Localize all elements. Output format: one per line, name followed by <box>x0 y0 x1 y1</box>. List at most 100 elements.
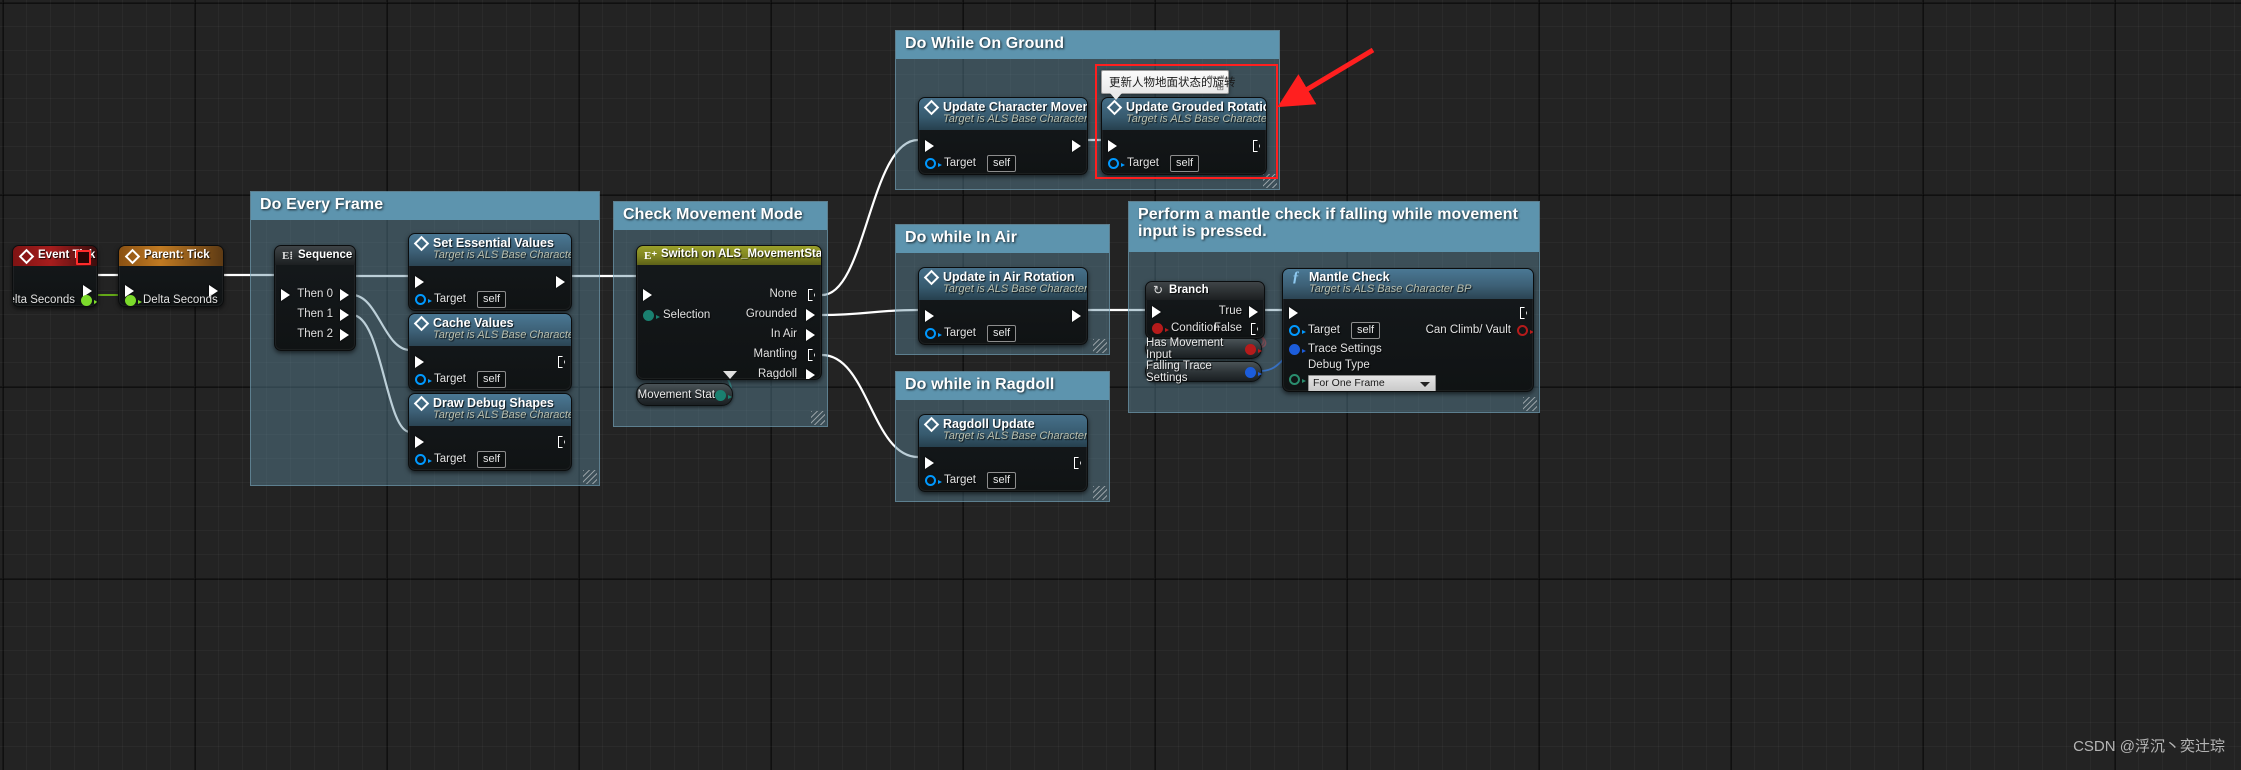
chevron-down-icon[interactable] <box>723 371 737 379</box>
node-update-in-air-rotation[interactable]: Update in Air Rotation Target is ALS Bas… <box>918 267 1088 345</box>
target-pin[interactable] <box>415 374 432 385</box>
node-switch-on-als-movementstate[interactable]: E⁺ Switch on ALS_MovementState Selection… <box>636 245 822 380</box>
exec-out-pin[interactable] <box>1072 310 1081 322</box>
exec-out-then-2-pin[interactable] <box>340 329 349 341</box>
exec-out-in-air-pin[interactable] <box>806 329 815 341</box>
exec-out-pin[interactable] <box>1072 140 1081 152</box>
exec-out-mantling-pin[interactable] <box>808 349 815 361</box>
exec-in-pin[interactable] <box>1152 306 1161 318</box>
then-2-label: Then 2 <box>297 328 333 340</box>
variable-movement-state[interactable]: Movement State <box>636 383 733 406</box>
node-header: Update Character Movement Target is ALS … <box>919 98 1087 130</box>
delta-seconds-label: Delta Seconds <box>143 294 218 306</box>
exec-out-then-1-pin[interactable] <box>340 309 349 321</box>
exec-in-pin[interactable] <box>925 457 934 469</box>
exec-in-pin[interactable] <box>1289 307 1298 319</box>
target-pin[interactable] <box>1289 325 1306 336</box>
node-title: Sequence <box>298 249 353 261</box>
comment-resize-grip[interactable] <box>1523 397 1537 411</box>
exec-out-pin[interactable] <box>1520 307 1527 319</box>
node-title: Branch <box>1169 284 1209 296</box>
node-header: Set Essential Values Target is ALS Base … <box>409 234 571 266</box>
target-value[interactable]: self <box>1351 322 1381 339</box>
delta-seconds-out-pin[interactable] <box>81 295 97 306</box>
target-value[interactable]: self <box>477 291 507 308</box>
exec-out-false-pin[interactable] <box>1251 323 1258 335</box>
exec-out-none-pin[interactable] <box>808 289 815 301</box>
debug-type-dropdown[interactable]: For One Frame <box>1308 375 1436 391</box>
target-value[interactable]: self <box>987 325 1017 342</box>
exec-in-pin[interactable] <box>415 276 424 288</box>
exec-in-pin[interactable] <box>281 289 290 301</box>
target-value[interactable]: self <box>987 155 1017 172</box>
falling-trace-settings-out-pin[interactable] <box>1245 367 1262 378</box>
node-mantle-check[interactable]: ƒ Mantle Check Target is ALS Base Charac… <box>1282 268 1534 392</box>
blueprint-graph-canvas[interactable]: Do Every Frame Check Movement Mode Do Wh… <box>0 0 2241 770</box>
debug-type-pin[interactable] <box>1289 374 1306 385</box>
trace-settings-pin[interactable] <box>1289 344 1306 355</box>
comment-resize-grip[interactable] <box>1093 486 1107 500</box>
node-title: Update in Air Rotation <box>943 270 1075 284</box>
chevron-down-icon[interactable] <box>1420 382 1430 387</box>
can-climb-vault-label: Can Climb/ Vault <box>1425 324 1511 336</box>
variable-has-movement-input[interactable]: Has Movement Input <box>1145 337 1262 361</box>
target-label: Target <box>944 474 976 486</box>
node-ragdoll-update[interactable]: Ragdoll Update Target is ALS Base Charac… <box>918 414 1088 492</box>
node-event-tick[interactable]: Event Tick Delta Seconds <box>12 245 98 307</box>
movement-state-out-pin[interactable] <box>715 390 732 401</box>
target-pin[interactable] <box>415 454 432 465</box>
comment-title: Perform a mantle check if falling while … <box>1129 202 1539 252</box>
exec-in-pin[interactable] <box>415 356 424 368</box>
condition-pin[interactable] <box>1152 323 1169 334</box>
comment-resize-grip[interactable] <box>583 470 597 484</box>
node-update-character-movement[interactable]: Update Character Movement Target is ALS … <box>918 97 1088 175</box>
has-movement-input-out-pin[interactable] <box>1245 344 1262 355</box>
node-set-essential-values[interactable]: Set Essential Values Target is ALS Base … <box>408 233 572 311</box>
variable-falling-trace-settings[interactable]: Falling Trace Settings <box>1145 360 1262 384</box>
target-value[interactable]: self <box>477 451 507 468</box>
add-pin-plus-icon[interactable]: + <box>342 348 350 350</box>
target-pin[interactable] <box>925 328 942 339</box>
exec-out-then-0-pin[interactable] <box>340 289 349 301</box>
target-pin[interactable] <box>415 294 432 305</box>
target-pin[interactable] <box>925 475 942 486</box>
node-body: Target self <box>409 426 571 470</box>
exec-out-grounded-pin[interactable] <box>806 309 815 321</box>
trace-settings-label: Trace Settings <box>1308 343 1382 355</box>
selection-pin[interactable] <box>643 310 660 321</box>
comment-resize-grip[interactable] <box>1093 339 1107 353</box>
comment-resize-grip[interactable] <box>811 411 825 425</box>
node-sequence[interactable]: E⁞ Sequence Then 0 Then 1 Then 2 Add pin… <box>274 245 356 351</box>
can-climb-vault-pin[interactable] <box>1517 325 1533 336</box>
node-branch[interactable]: ↻ Branch True Condition False <box>1145 281 1265 339</box>
exec-in-pin[interactable] <box>415 436 424 448</box>
node-subtitle: Target is ALS Base Character BP <box>943 430 1088 442</box>
out-none-label: None <box>769 288 798 300</box>
node-parent-tick[interactable]: Parent: Tick Delta Seconds <box>118 245 224 307</box>
target-pin[interactable] <box>925 158 942 169</box>
exec-in-pin[interactable] <box>643 289 652 301</box>
exec-out-pin[interactable] <box>1074 457 1081 469</box>
true-label: True <box>1218 305 1242 317</box>
out-mantling-label: Mantling <box>753 348 797 360</box>
exec-out-pin[interactable] <box>558 356 565 368</box>
node-cache-values[interactable]: Cache Values Target is ALS Base Characte… <box>408 313 572 391</box>
exec-out-pin[interactable] <box>558 436 565 448</box>
target-value[interactable]: self <box>477 371 507 388</box>
event-diamond-icon <box>124 248 141 265</box>
node-title: Update Character Movement <box>943 100 1087 114</box>
node-body: True Condition False <box>1146 300 1264 338</box>
delta-seconds-in-pin[interactable] <box>125 295 142 306</box>
breakpoint-badge-icon[interactable] <box>76 250 91 265</box>
target-value[interactable]: self <box>987 472 1017 489</box>
node-header: Update in Air Rotation Target is ALS Bas… <box>919 268 1087 300</box>
exec-out-true-pin[interactable] <box>1249 306 1258 318</box>
node-body: Target self <box>919 447 1087 491</box>
out-grounded-label: Grounded <box>745 308 797 320</box>
node-body: Target self Can Climb/ Vault Trace Setti… <box>1283 299 1533 391</box>
node-draw-debug-shapes[interactable]: Draw Debug Shapes Target is ALS Base Cha… <box>408 393 572 471</box>
exec-out-ragdoll-pin[interactable] <box>806 369 815 379</box>
exec-in-pin[interactable] <box>925 140 934 152</box>
exec-out-pin[interactable] <box>556 276 565 288</box>
exec-in-pin[interactable] <box>925 310 934 322</box>
